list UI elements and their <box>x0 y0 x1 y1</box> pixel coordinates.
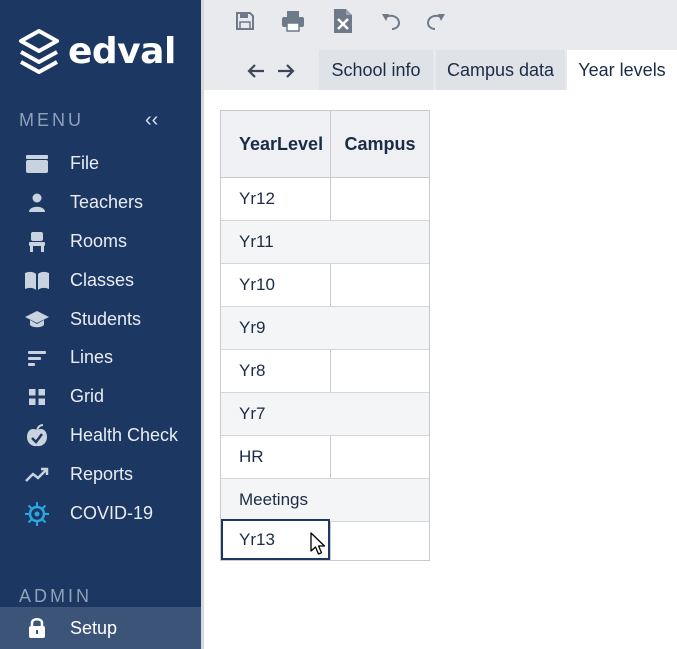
export-excel-button[interactable] <box>328 6 358 36</box>
table-row: Yr11 <box>221 221 429 264</box>
back-button[interactable] <box>242 58 270 84</box>
redo-icon <box>426 14 445 30</box>
campus-cell[interactable] <box>331 519 429 560</box>
sidebar-item-teachers[interactable]: Teachers <box>0 183 201 222</box>
collapse-sidebar-button[interactable]: ‹‹ <box>145 110 158 130</box>
yearlevel-cell[interactable]: Yr8 <box>221 350 330 392</box>
sidebar-item-setup[interactable]: Setup <box>0 607 201 649</box>
trend-icon <box>24 463 50 487</box>
save-icon <box>236 12 254 30</box>
campus-cell[interactable] <box>331 264 429 306</box>
lines-icon <box>24 346 50 370</box>
sidebar-item-classes[interactable]: Classes <box>0 261 201 300</box>
sidebar-item-label: Rooms <box>70 231 128 251</box>
layers-logo-icon <box>19 29 59 74</box>
sidebar-item-label: COVID-19 <box>70 503 154 523</box>
campus-cell[interactable] <box>331 221 429 263</box>
excel-file-icon <box>334 9 352 33</box>
mouse-pointer-icon <box>310 532 326 555</box>
folder-icon <box>24 152 50 176</box>
sidebar-divider <box>201 0 204 649</box>
sidebar-item-file[interactable]: File <box>0 144 201 183</box>
campus-cell[interactable] <box>331 436 429 478</box>
sidebar-item-students[interactable]: Students <box>0 300 201 339</box>
sidebar-item-label: Health Check <box>70 425 179 445</box>
undo-button[interactable] <box>376 6 406 36</box>
yearlevel-cell[interactable]: Yr11 <box>221 221 330 263</box>
brand-name: edval <box>68 31 176 72</box>
book-icon <box>24 269 50 293</box>
printer-icon <box>282 11 304 32</box>
redo-button[interactable] <box>421 6 451 36</box>
sidebar-item-label: Classes <box>70 270 135 290</box>
table-row: Yr9 <box>221 307 429 350</box>
sidebar-item-label: Lines <box>70 347 114 367</box>
undo-icon <box>382 14 401 30</box>
table-row: Meetings <box>221 479 429 522</box>
column-header-yearlevel[interactable]: YearLevel <box>221 111 330 178</box>
table-row: Yr7 <box>221 393 429 436</box>
forward-button[interactable] <box>272 58 300 84</box>
tab-school-info[interactable]: School info <box>319 50 433 90</box>
table-row: Yr10 <box>221 264 429 307</box>
tab-bar: School info Campus data Year levels <box>204 50 677 90</box>
sidebar-item-health-check[interactable]: Health Check <box>0 416 201 455</box>
sidebar-item-lines[interactable]: Lines <box>0 338 201 377</box>
arrow-right-icon <box>278 64 295 78</box>
sidebar-item-rooms[interactable]: Rooms <box>0 222 201 261</box>
chair-icon <box>24 230 50 254</box>
sidebar-item-label: File <box>70 153 100 173</box>
sidebar-item-reports[interactable]: Reports <box>0 455 201 494</box>
grid-icon <box>24 385 50 409</box>
graduation-cap-icon <box>24 308 50 332</box>
sidebar-item-label: Reports <box>70 464 134 484</box>
print-button[interactable] <box>278 6 308 36</box>
edval-logo: edval <box>18 28 176 76</box>
person-icon <box>24 191 50 215</box>
yearlevel-cell[interactable]: Yr10 <box>221 264 330 306</box>
lock-icon <box>24 616 50 640</box>
sidebar-item-label: Teachers <box>70 192 144 212</box>
yearlevel-cell[interactable]: HR <box>221 436 330 478</box>
campus-cell[interactable] <box>331 479 429 521</box>
table-row: HR <box>221 436 429 479</box>
sidebar-item-label: Setup <box>70 617 118 638</box>
tab-campus-data[interactable]: Campus data <box>436 50 565 90</box>
sidebar-item-label: Students <box>70 309 142 329</box>
yearlevel-cell[interactable]: Yr9 <box>221 307 330 349</box>
apple-icon <box>24 423 50 448</box>
sidebar: edval MENU ‹‹ File Teachers Rooms Classe… <box>0 0 201 649</box>
campus-cell[interactable] <box>331 393 429 435</box>
yearlevel-cell[interactable]: Yr7 <box>221 393 330 435</box>
arrow-left-icon <box>247 64 264 78</box>
yearlevel-cell[interactable]: Meetings <box>221 479 330 521</box>
menu-section-title: MENU <box>19 110 84 130</box>
sidebar-item-covid-19[interactable]: COVID-19 <box>0 494 201 533</box>
table-row: Yr12 <box>221 178 429 221</box>
tab-year-levels[interactable]: Year levels <box>567 50 677 90</box>
yearlevel-cell[interactable]: Yr12 <box>221 178 330 220</box>
admin-section-title: ADMIN <box>19 586 92 606</box>
year-levels-table: YearLevel Campus Yr12 Yr11 Yr10 Yr9 Yr8 … <box>220 110 430 561</box>
campus-cell[interactable] <box>331 307 429 349</box>
virus-icon <box>24 501 50 526</box>
sidebar-item-grid[interactable]: Grid <box>0 377 201 416</box>
table-row: Yr8 <box>221 350 429 393</box>
toolbar: School info Campus data Year levels <box>204 0 677 90</box>
campus-cell[interactable] <box>331 350 429 392</box>
campus-cell[interactable] <box>331 178 429 220</box>
save-button[interactable] <box>230 6 260 36</box>
column-header-campus[interactable]: Campus <box>331 111 429 178</box>
sidebar-item-label: Grid <box>70 386 105 406</box>
